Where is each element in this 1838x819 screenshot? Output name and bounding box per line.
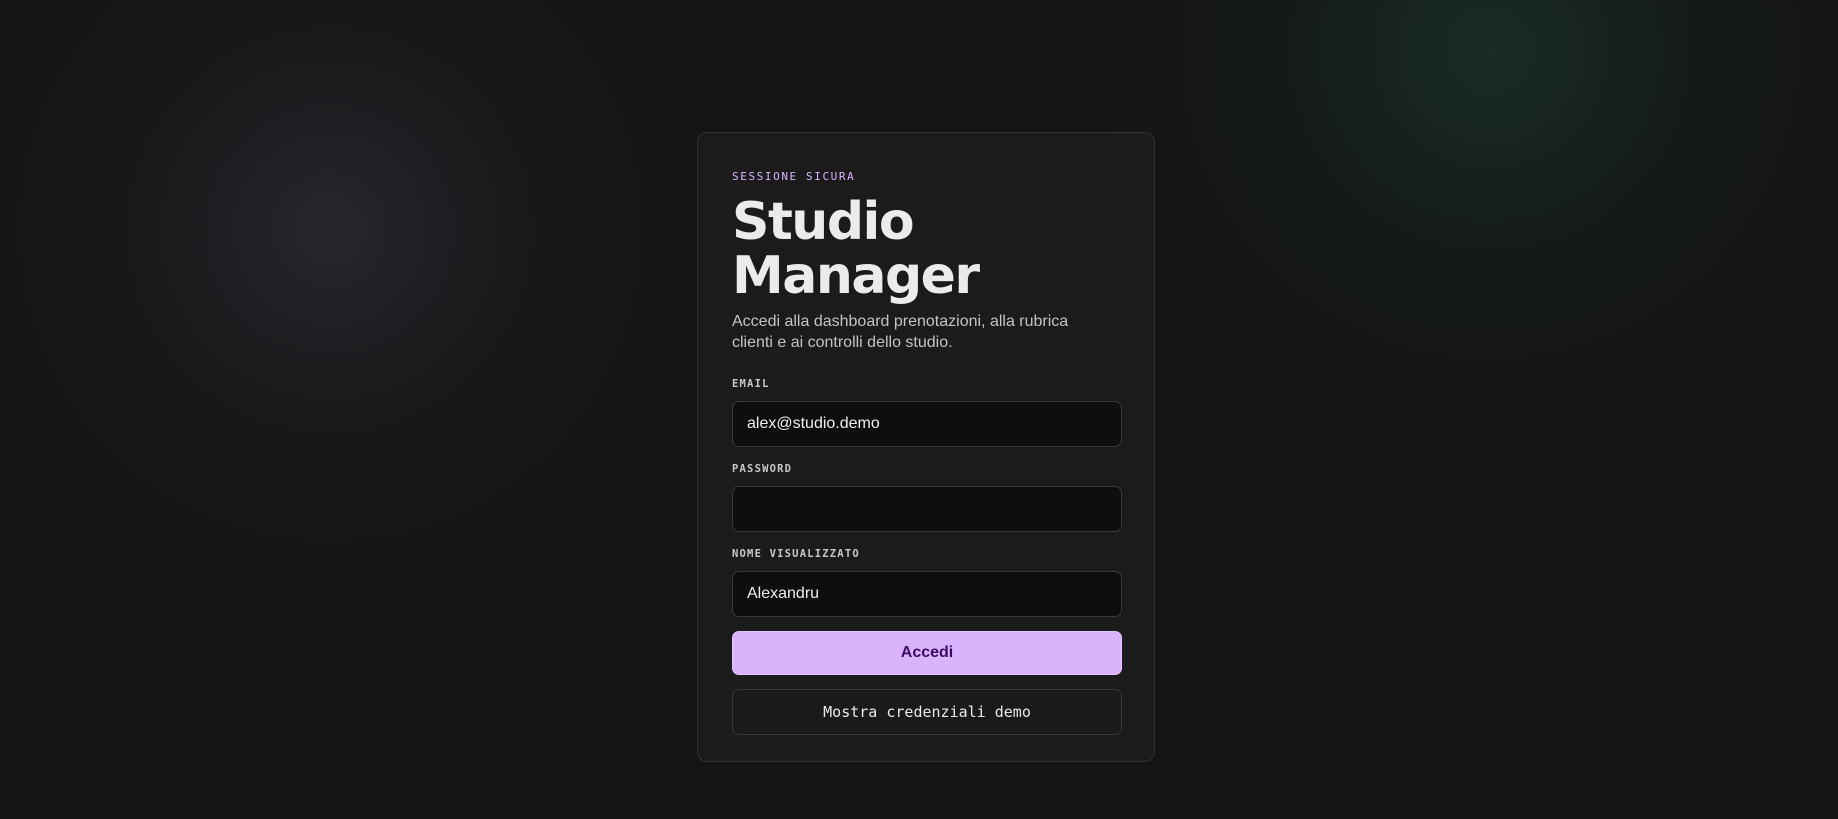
secure-session-label: SESSIONE SICURA — [732, 170, 856, 183]
page-subtitle: Accedi alla dashboard prenotazioni, alla… — [732, 313, 1069, 351]
login-card: SESSIONE SICURA Studio Manager Accedi al… — [697, 132, 1155, 762]
password-field[interactable] — [732, 486, 1122, 532]
background-glow-right — [1080, 0, 1838, 460]
display-name-label: NOME VISUALIZZATO — [732, 548, 860, 560]
page-title: Studio Manager — [732, 192, 980, 306]
login-button[interactable]: Accedi — [732, 631, 1122, 675]
login-form: EMAIL PASSWORD NOME VISUALIZZATO Accedi … — [732, 378, 1122, 735]
background-glow-left — [0, 0, 710, 610]
email-label: EMAIL — [732, 378, 770, 390]
display-name-field[interactable] — [732, 571, 1122, 617]
show-demo-credentials-button[interactable]: Mostra credenziali demo — [732, 689, 1122, 735]
password-label: PASSWORD — [732, 463, 793, 475]
email-field[interactable] — [732, 401, 1122, 447]
